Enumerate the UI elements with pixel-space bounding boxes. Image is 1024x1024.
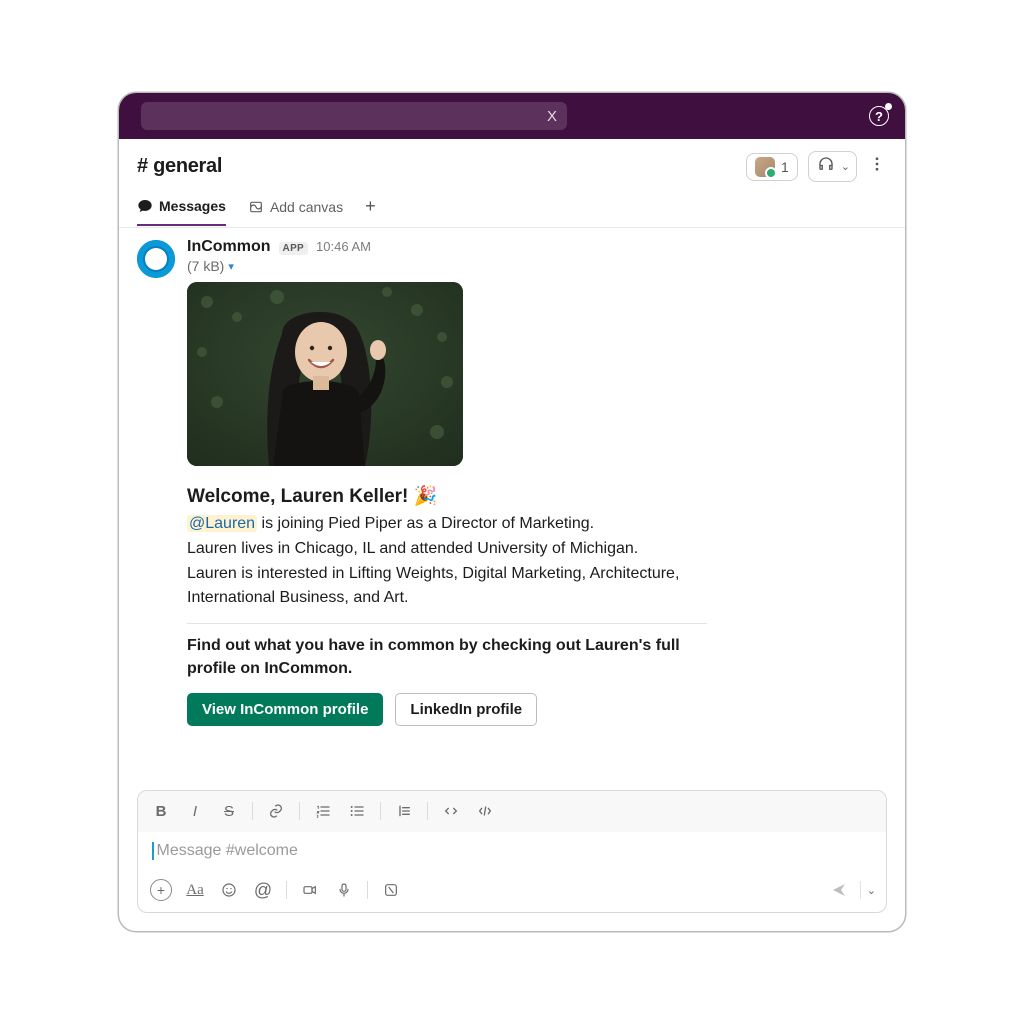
app-badge: APP [279,242,308,255]
tab-label: Messages [159,198,226,214]
link-button[interactable] [261,797,291,825]
composer-area: B I S [119,778,905,931]
message-input[interactable]: Message #welcome [138,832,886,870]
blockquote-button[interactable] [389,797,419,825]
attachment-size-toggle[interactable]: (7 kB) ▾ [187,258,887,274]
tab-add-canvas[interactable]: Add canvas [248,199,343,225]
emoji-button[interactable] [214,876,244,904]
app-avatar[interactable] [137,240,175,278]
divider [187,623,707,624]
top-bar: X ? [119,93,905,139]
message-composer: B I S [137,790,887,913]
tab-label: Add canvas [270,199,343,215]
message: InCommon APP 10:46 AM (7 kB) ▾ [137,238,887,726]
huddle-button[interactable]: ⌄ [808,151,857,182]
canvas-icon [248,199,264,215]
channel-tabs: Messages Add canvas + [119,182,905,228]
avatar [755,157,775,177]
message-list: InCommon APP 10:46 AM (7 kB) ▾ [119,228,905,778]
welcome-body: @Lauren is joining Pied Piper as a Direc… [187,512,707,611]
help-button[interactable]: ? [869,106,889,126]
more-actions-button[interactable] [867,155,887,178]
shortcuts-button[interactable] [376,876,406,904]
linkedin-profile-button[interactable]: LinkedIn profile [395,693,537,726]
channel-header: # general 1 ⌄ [119,139,905,182]
ordered-list-button[interactable] [308,797,338,825]
video-button[interactable] [295,876,325,904]
italic-button[interactable]: I [180,797,210,825]
formatting-toolbar: B I S [138,791,886,832]
notification-dot [885,103,892,110]
chevron-down-icon: ⌄ [841,160,850,173]
search-field[interactable]: X [141,102,567,130]
attachment-image[interactable] [187,282,463,466]
attach-button[interactable]: + [146,876,176,904]
message-header: InCommon APP 10:46 AM [187,238,887,256]
slack-window: X ? # general 1 ⌄ [118,92,906,932]
user-mention[interactable]: @Lauren [187,515,257,532]
members-button[interactable]: 1 [746,153,798,181]
unordered-list-button[interactable] [342,797,372,825]
tada-emoji: 🎉 [414,486,438,507]
message-timestamp[interactable]: 10:46 AM [316,239,371,254]
composer-actions: + Aa @ [138,870,886,912]
caret-down-icon: ▾ [228,260,234,273]
channel-title[interactable]: # general [137,155,222,178]
welcome-heading: Welcome, Lauren Keller! 🎉 [187,484,887,508]
search-close-icon[interactable]: X [547,108,557,125]
tab-add[interactable]: + [365,196,376,227]
send-options-button[interactable]: ⌄ [867,884,876,897]
audio-button[interactable] [329,876,359,904]
code-button[interactable] [436,797,466,825]
member-count: 1 [781,159,789,175]
send-button[interactable] [824,876,854,904]
mention-button[interactable]: @ [248,876,278,904]
view-incommon-profile-button[interactable]: View InCommon profile [187,693,383,726]
bold-button[interactable]: B [146,797,176,825]
tab-messages[interactable]: Messages [137,198,226,226]
headphones-icon [817,155,835,178]
sender-name[interactable]: InCommon [187,238,271,256]
formatting-toggle-button[interactable]: Aa [180,876,210,904]
cta-text: Find out what you have in common by chec… [187,634,707,680]
strikethrough-button[interactable]: S [214,797,244,825]
button-row: View InCommon profile LinkedIn profile [187,693,887,726]
plus-icon: + [150,879,172,901]
codeblock-button[interactable] [470,797,500,825]
messages-icon [137,198,153,214]
text-cursor [152,842,154,860]
